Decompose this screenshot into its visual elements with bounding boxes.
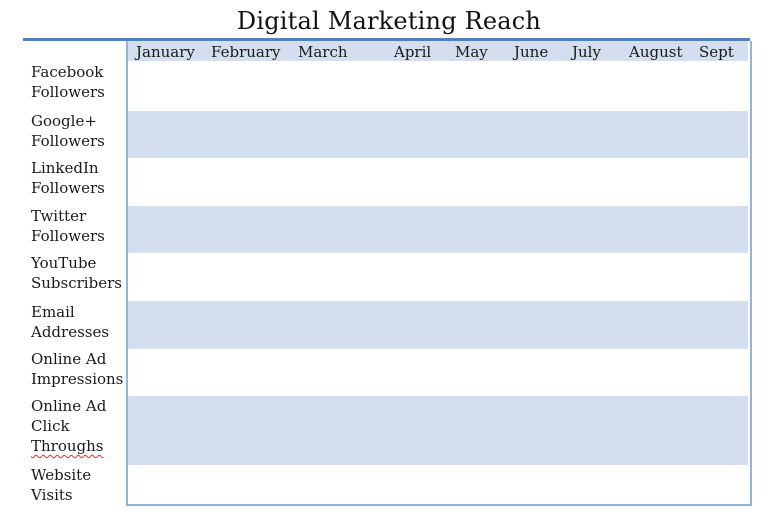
column-header-february: February [211,43,281,61]
column-header-april: April [394,43,432,61]
row-label-line: YouTube [31,254,97,272]
row-label-google-followers: Google+ Followers [31,111,105,151]
row-label-twitter-followers: Twitter Followers [31,206,105,246]
column-header-june: June [514,43,549,61]
spellcheck-underlined-word[interactable]: Throughs [31,437,104,455]
row-label-line: Followers [31,83,105,101]
row-label-facebook-followers: Facebook Followers [31,62,105,102]
column-header-march: March [298,43,348,61]
row-label-linkedin-followers: LinkedIn Followers [31,158,105,198]
row-label-line: Google+ [31,112,97,130]
column-header-july: July [572,43,601,61]
document-title: Digital Marketing Reach [236,7,542,35]
row-label-youtube-subscribers: YouTube Subscribers [31,253,122,293]
row-label-line: Website [31,466,92,484]
row-label-line: Subscribers [31,274,122,292]
row-label-line: Followers [31,179,105,197]
row-label-line: Visits [31,486,73,504]
row-label-line: Facebook [31,63,104,81]
row-label-line: Addresses [31,323,110,341]
column-header-january: January [136,43,195,61]
row-label-line: Click [31,417,70,435]
column-header-may: May [455,43,488,61]
row-label-line: Followers [31,227,105,245]
row-label-line: Twitter [31,207,87,225]
row-label-line: Throughs [31,436,106,456]
row-label-line: Email [31,303,75,321]
row-label-online-ad-click-throughs: Online Ad Click Throughs [31,396,106,456]
row-label-line: Followers [31,132,105,150]
row-label-line: LinkedIn [31,159,99,177]
column-header-sept: Sept [699,43,734,61]
row-label-line: Online Ad [31,350,107,368]
row-label-email-addresses: Email Addresses [31,302,109,342]
row-label-online-ad-impressions: Online Ad Impressions [31,349,123,389]
row-label-website-visits: Website Visits [31,465,91,505]
row-label-line: Impressions [31,370,124,388]
column-header-august: August [629,43,683,61]
table-border [126,41,752,506]
row-label-line: Online Ad [31,397,107,415]
